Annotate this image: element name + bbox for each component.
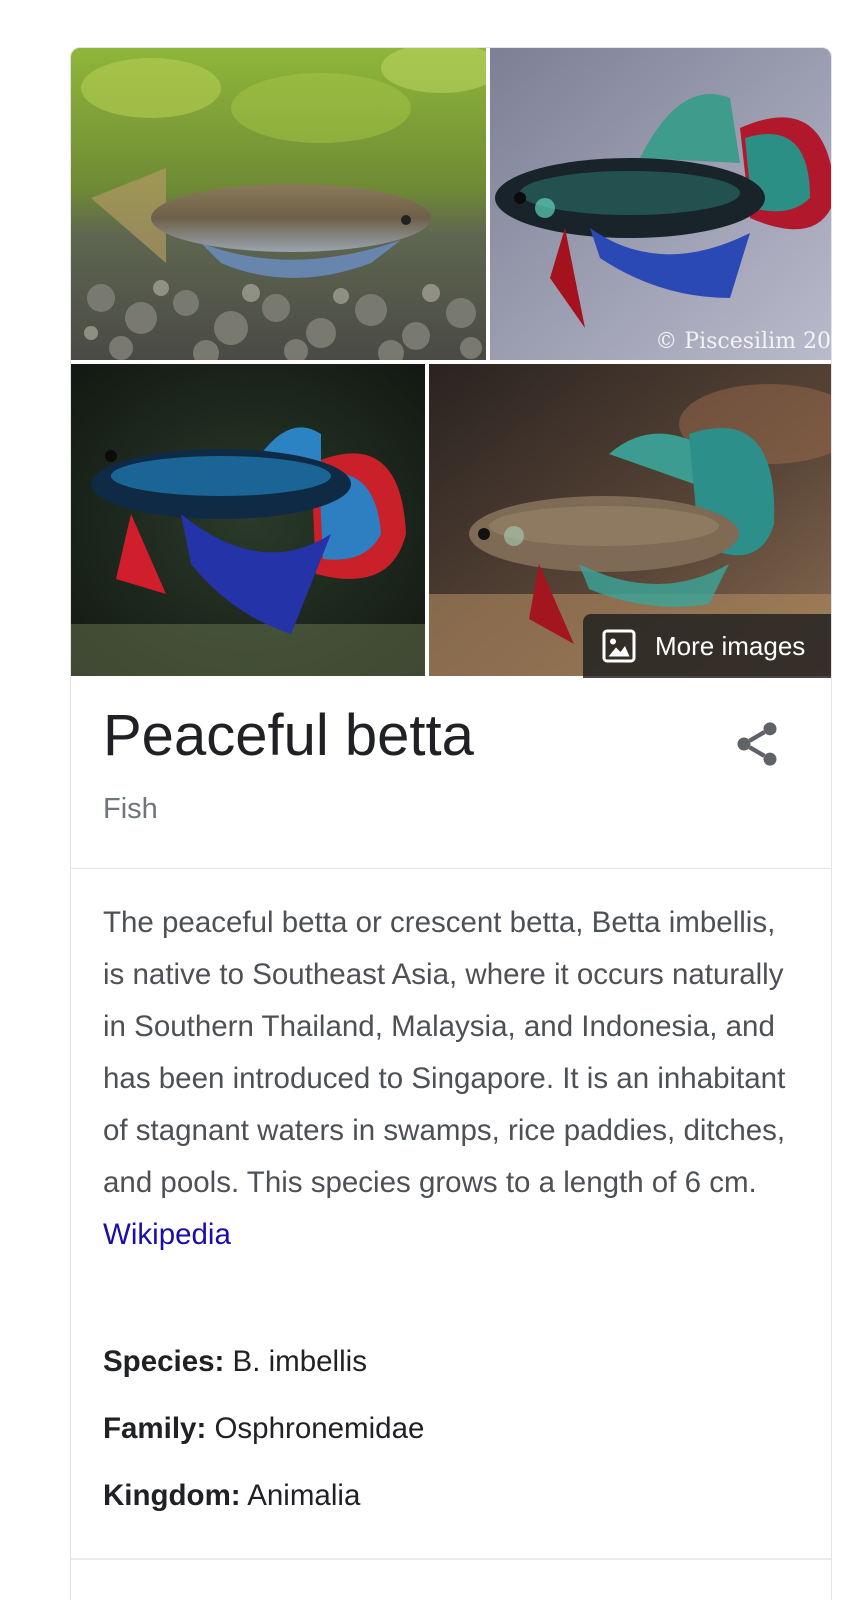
description-text: The peaceful betta or crescent betta, Be…: [103, 906, 786, 1199]
bottom-divider: [71, 1558, 831, 1560]
fact-family: Family: Osphronemidae: [103, 1412, 424, 1446]
fact-species: Species: B. imbellis: [103, 1345, 367, 1379]
share-button[interactable]: [731, 718, 783, 770]
fact-value[interactable]: Animalia: [247, 1479, 360, 1512]
fish-image-2[interactable]: © Piscesilim 20: [490, 48, 831, 360]
fact-label: Family:: [103, 1412, 207, 1445]
entity-title: Peaceful betta: [103, 703, 474, 768]
image-watermark: © Piscesilim 20: [655, 329, 831, 354]
fish-image-1[interactable]: [71, 48, 486, 360]
more-images-button[interactable]: More images: [583, 614, 831, 678]
fact-value[interactable]: Osphronemidae: [214, 1412, 424, 1445]
entity-subtitle: Fish: [103, 793, 158, 825]
section-divider: [71, 868, 831, 869]
fish-photo-1: [71, 48, 486, 360]
fact-label: Kingdom:: [103, 1479, 241, 1512]
image-icon: [602, 629, 636, 663]
fish-photo-2: [490, 48, 831, 360]
share-icon: [737, 722, 777, 766]
more-images-label: More images: [655, 630, 806, 661]
knowledge-panel: © Piscesilim 20 More images Peaceful bet…: [70, 47, 832, 1600]
fact-value[interactable]: B. imbellis: [233, 1345, 367, 1378]
fact-kingdom: Kingdom: Animalia: [103, 1479, 360, 1513]
fact-label: Species:: [103, 1345, 225, 1378]
fish-photo-3: [71, 364, 425, 676]
fish-image-3[interactable]: [71, 364, 425, 676]
wikipedia-link[interactable]: Wikipedia: [103, 1218, 231, 1251]
entity-description: The peaceful betta or crescent betta, Be…: [103, 897, 793, 1261]
